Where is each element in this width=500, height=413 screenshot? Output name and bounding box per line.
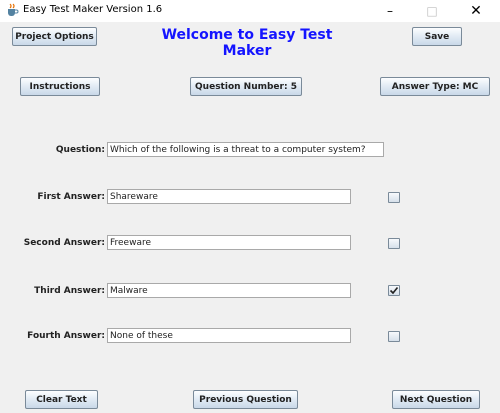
instructions-button[interactable]: Instructions (20, 77, 100, 96)
maximize-button[interactable]: □ (410, 0, 454, 22)
previous-question-button[interactable]: Previous Question (193, 390, 298, 409)
question-number-button[interactable]: Question Number: 5 (190, 77, 302, 96)
third-answer-label: Third Answer: (34, 286, 105, 296)
page-title: Welcome to Easy Test Maker (161, 27, 333, 59)
first-answer-checkbox[interactable] (388, 192, 400, 203)
third-answer-field[interactable] (107, 283, 351, 298)
question-label: Question: (55, 145, 105, 155)
second-answer-label: Second Answer: (23, 238, 105, 248)
first-answer-label: First Answer: (37, 192, 105, 202)
second-answer-checkbox[interactable] (388, 238, 400, 249)
first-answer-field[interactable] (107, 189, 351, 204)
fourth-answer-field[interactable] (107, 328, 351, 343)
fourth-answer-label: Fourth Answer: (27, 331, 105, 341)
answer-type-button[interactable]: Answer Type: MC (380, 77, 490, 96)
fourth-answer-checkbox[interactable] (388, 331, 400, 342)
next-question-button[interactable]: Next Question (392, 390, 480, 409)
minimize-button[interactable]: – (368, 0, 412, 22)
window-title: Easy Test Maker Version 1.6 (23, 4, 163, 15)
clear-text-button[interactable]: Clear Text (25, 390, 98, 409)
second-answer-field[interactable] (107, 235, 351, 250)
checkmark-icon (389, 286, 399, 295)
question-field[interactable] (107, 142, 384, 157)
third-answer-checkbox[interactable] (388, 285, 400, 296)
save-button[interactable]: Save (412, 27, 462, 46)
java-cup-icon (6, 3, 19, 16)
project-options-button[interactable]: Project Options (12, 27, 97, 46)
close-button[interactable]: ✕ (454, 0, 498, 22)
